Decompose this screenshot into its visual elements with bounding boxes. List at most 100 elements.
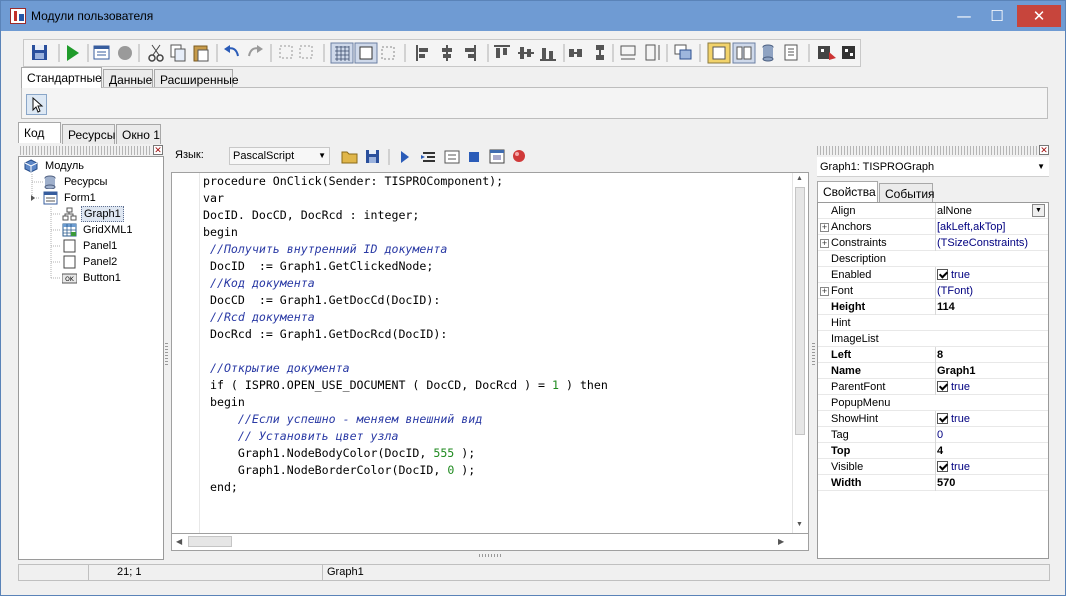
property-value[interactable]: alNone ▼ — [935, 203, 1048, 219]
component-select[interactable]: Graph1: TISPROGraph ▼ — [817, 157, 1049, 177]
expand-icon[interactable]: + — [820, 287, 829, 296]
property-row-imagelist[interactable]: ImageList — [818, 331, 1048, 347]
property-value[interactable]: true — [935, 411, 1048, 427]
property-row-anchors[interactable]: + Anchors [akLeft,akTop] — [818, 219, 1048, 235]
property-value[interactable]: (TSizeConstraints) — [935, 235, 1048, 251]
code-token: ) then — [559, 378, 608, 392]
tree-item-panel2[interactable]: Panel2 — [62, 254, 162, 270]
code-line: DocRcd := Graph1.GetDocRcd(DocID): — [203, 326, 608, 343]
vertical-scrollbar[interactable]: ▲ ▼ — [792, 173, 808, 533]
bottom-splitter[interactable] — [479, 554, 503, 557]
chevron-down-icon: ▼ — [318, 151, 326, 160]
property-row-align[interactable]: Align alNone ▼ — [818, 203, 1048, 219]
expand-icon[interactable]: + — [820, 223, 829, 232]
property-row-description[interactable]: Description — [818, 251, 1048, 267]
tree-item-gridxml1[interactable]: GridXML1 — [62, 222, 162, 238]
left-splitter[interactable] — [165, 341, 168, 365]
app-window: Модули пользователя — ☐ ✕ Стандартные Да… — [0, 0, 1066, 596]
tree-item-form1[interactable]: Form1 — [43, 190, 143, 206]
scroll-down-icon[interactable]: ▼ — [796, 521, 803, 528]
property-name: ParentFont — [831, 381, 886, 393]
property-row-top[interactable]: Top 4 — [818, 443, 1048, 459]
code-gutter — [172, 173, 200, 533]
property-value[interactable]: [akLeft,akTop] — [935, 219, 1048, 235]
horizontal-scroll-thumb[interactable] — [188, 536, 232, 547]
pointer-icon — [32, 96, 44, 113]
code-token: //Код документа — [203, 276, 315, 290]
code-token: DocRcd := Graph1.GetDocRcd(DocID): — [203, 327, 448, 341]
checkbox[interactable] — [937, 413, 948, 424]
minimize-button[interactable]: — — [951, 5, 977, 27]
checkbox[interactable] — [937, 269, 948, 280]
panel-icon — [63, 255, 76, 269]
horizontal-scrollbar[interactable]: ◀ ▶ — [171, 534, 809, 551]
property-row-visible[interactable]: Visible true — [818, 459, 1048, 475]
code-text[interactable]: procedure OnClick(Sender: TISPROComponen… — [203, 173, 608, 496]
run-icon — [401, 151, 409, 163]
tree-item-panel1[interactable]: Panel1 — [62, 238, 162, 254]
property-value[interactable]: 4 — [935, 443, 1048, 459]
property-row-tag[interactable]: Tag 0 — [818, 427, 1048, 443]
inspector-close-icon[interactable]: ✕ — [1039, 145, 1049, 155]
title-bar[interactable]: Модули пользователя — ☐ ✕ — [1, 1, 1065, 31]
tab-properties[interactable]: Свойства — [817, 181, 878, 202]
tree-item-module[interactable]: Модуль — [24, 158, 124, 174]
maximize-button[interactable]: ☐ — [984, 5, 1010, 27]
inspector-panel-grip[interactable] — [817, 146, 1037, 155]
property-value[interactable]: true — [935, 379, 1048, 395]
tab-window1[interactable]: Окно 1 — [116, 124, 161, 144]
expand-icon[interactable]: + — [820, 239, 829, 248]
scroll-up-icon[interactable]: ▲ — [796, 175, 803, 182]
property-row-left[interactable]: Left 8 — [818, 347, 1048, 363]
property-value[interactable]: true — [935, 267, 1048, 283]
code-editor[interactable]: procedure OnClick(Sender: TISPROComponen… — [171, 172, 809, 534]
property-row-name[interactable]: Name Graph1 — [818, 363, 1048, 379]
property-row-showhint[interactable]: ShowHint true — [818, 411, 1048, 427]
bring-front-icon — [674, 44, 692, 60]
vertical-scroll-thumb[interactable] — [795, 187, 805, 435]
tab-data[interactable]: Данные — [103, 69, 153, 89]
close-button[interactable]: ✕ — [1017, 5, 1061, 27]
tree-item-button1[interactable]: OK Button1 — [62, 270, 162, 286]
property-row-popupmenu[interactable]: PopupMenu — [818, 395, 1048, 411]
checkbox[interactable] — [937, 381, 948, 392]
property-value-text: 0 — [937, 429, 944, 441]
tree-close-icon[interactable]: ✕ — [153, 145, 163, 155]
property-value[interactable]: true — [935, 459, 1048, 475]
tab-standard[interactable]: Стандартные — [21, 67, 102, 88]
scroll-left-icon[interactable]: ◀ — [176, 537, 182, 546]
code-line: //Получить внутренний ID документа — [203, 241, 608, 258]
property-value[interactable]: 114 — [935, 299, 1048, 315]
property-row-width[interactable]: Width 570 — [818, 475, 1048, 491]
right-splitter[interactable] — [812, 341, 815, 365]
code-token: var — [203, 191, 224, 205]
property-row-font[interactable]: + Font (TFont) — [818, 283, 1048, 299]
save-icon — [32, 45, 47, 60]
chevron-down-icon[interactable]: ▼ — [1032, 204, 1045, 217]
tab-advanced[interactable]: Расширенные — [154, 69, 239, 89]
property-value-text: 114 — [937, 301, 955, 313]
language-select[interactable]: PascalScript ▼ — [229, 147, 330, 165]
tab-events[interactable]: События — [879, 183, 935, 203]
property-value[interactable]: 0 — [935, 427, 1048, 443]
tree-panel-grip[interactable] — [20, 146, 152, 155]
view-tabs: Код Ресурсы Окно 1 — [18, 122, 168, 144]
property-value[interactable]: Graph1 — [935, 363, 1048, 379]
property-row-hint[interactable]: Hint — [818, 315, 1048, 331]
tab-resources[interactable]: Ресурсы — [62, 124, 115, 144]
pointer-tool[interactable] — [26, 94, 47, 115]
code-line: DocID. DocCD, DocRcd : integer; — [203, 207, 608, 224]
code-token: end; — [203, 480, 238, 494]
tree-item-resources[interactable]: Ресурсы — [43, 174, 143, 190]
property-value[interactable]: 570 — [935, 475, 1048, 491]
property-value[interactable]: (TFont) — [935, 283, 1048, 299]
property-row-parentfont[interactable]: ParentFont true — [818, 379, 1048, 395]
property-row-height[interactable]: Height 114 — [818, 299, 1048, 315]
tree-item-graph1[interactable]: Graph1 — [62, 206, 162, 222]
property-value[interactable]: 8 — [935, 347, 1048, 363]
scroll-right-icon[interactable]: ▶ — [778, 537, 784, 546]
property-row-enabled[interactable]: Enabled true — [818, 267, 1048, 283]
property-row-constraints[interactable]: + Constraints (TSizeConstraints) — [818, 235, 1048, 251]
tab-code[interactable]: Код — [18, 122, 61, 143]
checkbox[interactable] — [937, 461, 948, 472]
